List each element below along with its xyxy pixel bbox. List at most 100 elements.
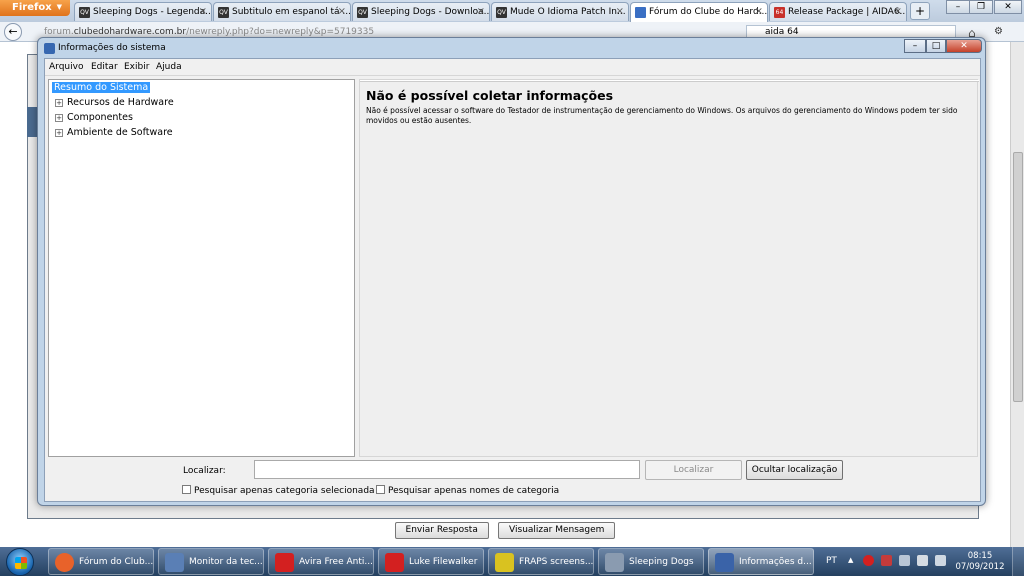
device-icon[interactable] <box>899 555 910 566</box>
firefox-menu-button[interactable]: Firefox ▼ <box>0 0 70 16</box>
find-button[interactable]: Localizar <box>645 460 742 480</box>
browser-tab[interactable]: QV Sleeping Dogs - Downloa... × <box>352 2 490 21</box>
clock-time: 08:15 <box>967 551 993 561</box>
back-arrow-icon[interactable]: ← <box>4 23 22 41</box>
close-icon[interactable]: × <box>477 6 485 17</box>
show-desktop-button[interactable] <box>1012 547 1024 576</box>
tab-favicon-icon: QV <box>496 7 507 18</box>
taskbar-item-sleeping-dogs[interactable]: Sleeping Dogs <box>598 548 704 575</box>
firefox-icon <box>55 553 74 572</box>
taskbar-item-avira[interactable]: Avira Free Anti... <box>268 548 374 575</box>
menu-ajuda[interactable]: Ajuda <box>156 62 182 72</box>
browser-tab[interactable]: QV Mude O Idioma Patch In... × <box>491 2 629 21</box>
close-icon[interactable]: × <box>199 6 207 17</box>
browser-tab[interactable]: 64 Release Package | AIDA6... × <box>769 2 907 21</box>
tray-expand-icon[interactable]: ▲ <box>848 556 853 564</box>
firefox-tab-strip: Firefox ▼ QV Sleeping Dogs - Legenda... × Q… <box>0 0 1024 22</box>
avira-icon <box>385 553 404 572</box>
game-icon <box>605 553 624 572</box>
tree-item-label: Recursos de Hardware <box>67 97 174 108</box>
network-signal-icon[interactable] <box>935 555 946 566</box>
close-icon[interactable]: × <box>338 6 346 17</box>
close-icon[interactable]: × <box>894 6 902 17</box>
url-path: /newreply.php?do=newreply&p=5719335 <box>186 27 375 37</box>
tab-favicon-icon: 64 <box>774 7 785 18</box>
taskbar-item-monitor[interactable]: Monitor da tec... <box>158 548 264 575</box>
scrollbar-thumb[interactable] <box>1013 152 1023 402</box>
chevron-down-icon: ▼ <box>56 3 62 11</box>
language-indicator[interactable]: PT <box>826 556 837 566</box>
tree-item-software[interactable]: + Ambiente de Software <box>55 127 173 138</box>
detail-title: Não é possível coletar informações <box>366 88 614 103</box>
taskbar-item-fraps[interactable]: FRAPS screens... <box>488 548 594 575</box>
taskbar-item-label: Fórum do Club... <box>79 557 154 567</box>
page-scrollbar[interactable] <box>1010 42 1024 547</box>
tree-item-hardware[interactable]: + Recursos de Hardware <box>55 97 174 108</box>
close-window-button[interactable]: ✕ <box>994 0 1022 14</box>
tree-item-label: Componentes <box>67 112 133 123</box>
url-bar[interactable]: forum.clubedohardware.com.br/newreply.ph… <box>44 27 374 37</box>
window-client-area: Arquivo Editar Exibir Ajuda Resumo do Si… <box>44 58 981 502</box>
find-input[interactable] <box>254 460 640 479</box>
tree-item-componentes[interactable]: + Componentes <box>55 112 133 123</box>
submit-reply-button[interactable]: Enviar Resposta <box>394 522 489 539</box>
menu-exibir[interactable]: Exibir <box>124 62 149 72</box>
tray-app-icon[interactable] <box>881 555 892 566</box>
clock[interactable]: 08:15 07/09/2012 <box>955 551 1005 573</box>
detail-message: Não é possível acessar o software do Tes… <box>366 106 958 125</box>
clock-date: 07/09/2012 <box>955 562 1005 572</box>
system-info-icon <box>44 43 55 54</box>
preview-message-button[interactable]: Visualizar Mensagem <box>498 522 616 539</box>
gear-icon[interactable]: ⚙ <box>994 26 1003 37</box>
search-category-names-checkbox[interactable]: Pesquisar apenas nomes de categoria <box>376 485 559 496</box>
reply-form-buttons: Enviar Resposta Visualizar Mensagem <box>0 522 1010 539</box>
start-button[interactable] <box>6 548 34 576</box>
maximize-button[interactable]: ❐ <box>969 0 993 14</box>
tree-item-resumo[interactable]: Resumo do Sistema <box>52 82 151 93</box>
browser-tab-active[interactable]: Fórum do Clube do Hard... × <box>630 2 768 22</box>
taskbar-item-firefox[interactable]: Fórum do Club... <box>48 548 154 575</box>
search-value: aida 64 <box>765 27 799 37</box>
menu-editar[interactable]: Editar <box>91 62 118 72</box>
windows-taskbar: Fórum do Club... Monitor da tec... Avira… <box>0 547 1024 576</box>
minimize-button[interactable]: – <box>946 0 970 14</box>
taskbar-item-luke-filewalker[interactable]: Luke Filewalker <box>378 548 484 575</box>
checkbox-label: Pesquisar apenas categoria selecionada <box>194 486 375 496</box>
menu-bar: Arquivo Editar Exibir Ajuda <box>45 59 980 76</box>
tab-favicon-icon <box>635 7 646 18</box>
firefox-menu-label: Firefox <box>12 2 52 13</box>
browser-tab[interactable]: QV Sleeping Dogs - Legenda... × <box>74 2 212 21</box>
url-prefix: forum. <box>44 27 74 37</box>
checkbox-box[interactable] <box>182 485 191 494</box>
monitor-icon <box>165 553 184 572</box>
taskbar-item-label: Sleeping Dogs <box>629 557 694 567</box>
avira-icon <box>275 553 294 572</box>
tab-favicon-icon: QV <box>79 7 90 18</box>
checkbox-label: Pesquisar apenas nomes de categoria <box>388 486 560 496</box>
taskbar-item-system-info[interactable]: Informações d... <box>708 548 814 575</box>
detail-divider <box>360 80 979 82</box>
hide-find-button[interactable]: Ocultar localização <box>746 460 843 480</box>
window-minimize-button[interactable]: – <box>904 39 926 53</box>
window-close-button[interactable]: ✕ <box>946 39 982 53</box>
close-icon[interactable]: × <box>755 6 763 17</box>
avira-tray-icon[interactable] <box>863 555 874 566</box>
tab-favicon-icon: QV <box>357 7 368 18</box>
taskbar-item-label: Avira Free Anti... <box>299 557 373 567</box>
tab-label: Mude O Idioma Patch In... <box>510 7 626 17</box>
tab-favicon-icon: QV <box>218 7 229 18</box>
expand-icon[interactable]: + <box>55 129 63 137</box>
new-tab-button[interactable]: + <box>910 2 930 20</box>
menu-arquivo[interactable]: Arquivo <box>49 62 83 72</box>
taskbar-item-label: Luke Filewalker <box>409 557 478 567</box>
expand-icon[interactable]: + <box>55 99 63 107</box>
volume-icon[interactable] <box>917 555 928 566</box>
checkbox-box[interactable] <box>376 485 385 494</box>
close-icon[interactable]: × <box>616 6 624 17</box>
expand-icon[interactable]: + <box>55 114 63 122</box>
search-selected-category-checkbox[interactable]: Pesquisar apenas categoria selecionada <box>182 485 375 496</box>
window-maximize-button[interactable]: □ <box>926 39 946 53</box>
url-domain: clubedohardware.com.br <box>73 27 187 37</box>
browser-tab[interactable]: QV Subtitulo em espanol tá ... × <box>213 2 351 21</box>
system-info-icon <box>715 553 734 572</box>
